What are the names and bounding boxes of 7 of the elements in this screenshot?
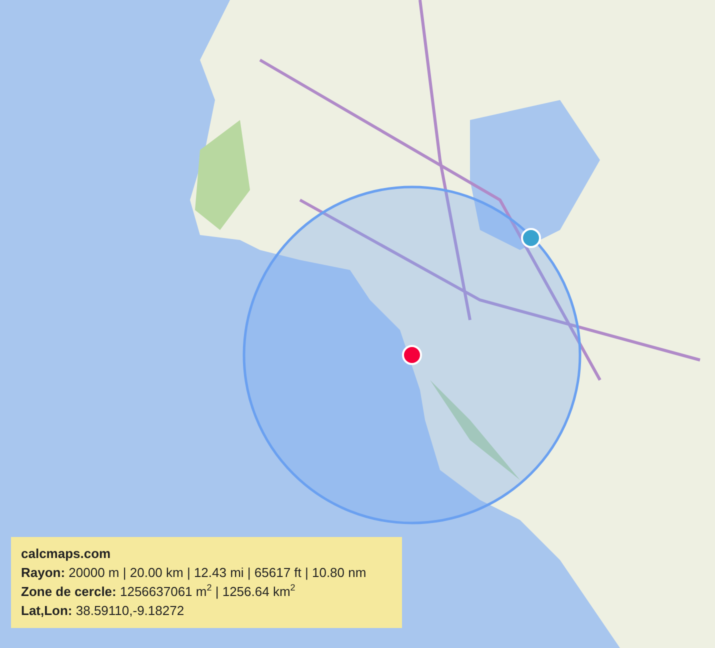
center-marker-icon[interactable] bbox=[402, 345, 422, 365]
info-line: Lat,Lon: 38.59110,-9.18272 bbox=[21, 602, 186, 620]
edge-handle-icon[interactable] bbox=[521, 228, 541, 248]
info-line: Zone de cercle: 1256637061 m$^{2}$ | 1256.64 km$^{2}$ bbox=[21, 582, 296, 601]
info-line: Rayon: 20000 m | 20.00 km | 12.43 mi | 65617 ft | 10.80 nm bbox=[21, 564, 368, 582]
radius-circle[interactable] bbox=[242, 186, 582, 524]
site-name: calcmaps.com bbox=[21, 545, 112, 563]
